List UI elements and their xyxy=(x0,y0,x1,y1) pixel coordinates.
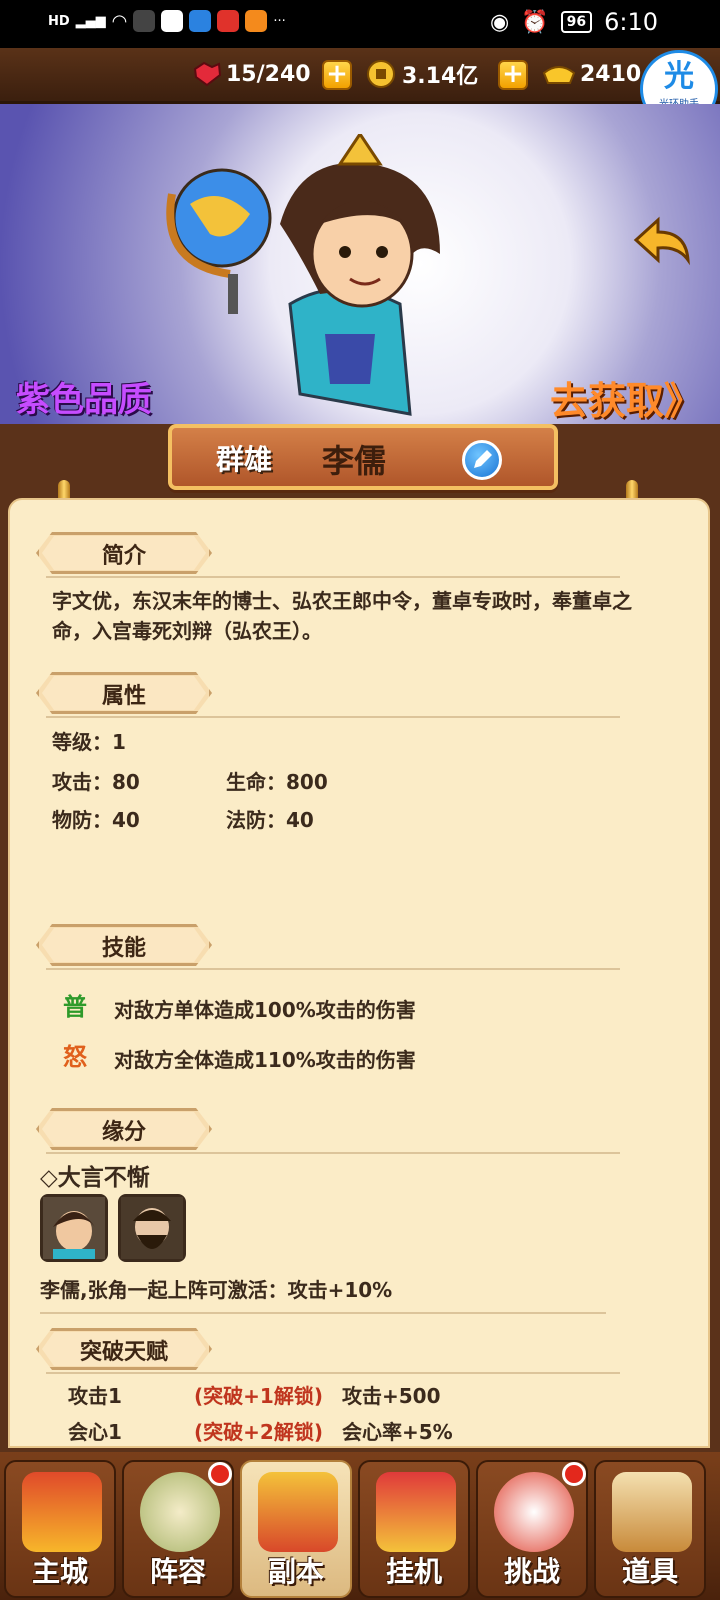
coin-value: 3.14亿 xyxy=(402,64,479,89)
edit-pencil-icon[interactable] xyxy=(462,440,502,480)
store-icon xyxy=(217,10,240,32)
attr-magic-defense: 法防：40 xyxy=(226,808,314,832)
fate-name: ◇大言不惭 xyxy=(40,1165,150,1191)
section-title-intro: 简介 xyxy=(101,544,146,569)
section-title-skills: 技能 xyxy=(101,936,146,961)
attr-hp: 生命：800 xyxy=(226,770,328,794)
notification-badge xyxy=(562,1462,586,1486)
section-title-talent: 突破天赋 xyxy=(79,1340,168,1365)
section-divider xyxy=(46,1152,620,1154)
more-notifications: ··· xyxy=(273,13,286,29)
section-tab-intro: 简介 xyxy=(36,532,212,574)
game-icon xyxy=(245,10,268,32)
section-title-attributes: 属性 xyxy=(101,684,146,709)
talent-effect: 会心率+5% xyxy=(342,1420,453,1444)
coin-icon xyxy=(367,60,395,88)
section-divider xyxy=(46,1372,620,1374)
status-icons-left: HD ▂▄▆ ◠ ··· xyxy=(48,10,286,32)
hero-name: 李儒 xyxy=(322,442,387,480)
fate-hero-avatar-liru[interactable] xyxy=(40,1194,108,1262)
status-bar: HD ▂▄▆ ◠ ··· ◉ ⏰ 96 6:10 xyxy=(0,0,720,48)
bottom-nav: 主城 阵容 副本 挂机 挑战 道具 xyxy=(0,1452,720,1600)
get-hero-link[interactable]: 去获取》 xyxy=(550,370,702,424)
section-divider xyxy=(46,576,620,578)
attr-level: 等级：1 xyxy=(52,730,126,754)
add-coins-button[interactable]: + xyxy=(498,60,528,90)
section-tab-skills: 技能 xyxy=(36,924,212,966)
helper-icon: 光 xyxy=(664,59,694,94)
signal-icon: ▂▄▆ xyxy=(75,13,106,29)
app-notification-icon xyxy=(133,10,156,32)
section-tab-fate: 缘分 xyxy=(36,1108,212,1150)
hero-info-scroll[interactable]: 简介 字文优，东汉末年的博士、弘农王郎中令，董卓专政时，奉董卓之命，入宫毒死刘辩… xyxy=(8,498,710,1448)
section-divider xyxy=(46,716,620,718)
section-title-fate: 缘分 xyxy=(101,1120,146,1145)
nav-idle[interactable]: 挂机 xyxy=(358,1460,470,1598)
nav-label: 挑战 xyxy=(503,1555,560,1588)
qq-icon xyxy=(161,10,184,32)
attr-physical-defense: 物防：40 xyxy=(52,808,140,832)
fate-hero-avatar-zhangjiao[interactable] xyxy=(118,1194,186,1262)
section-divider xyxy=(40,1312,606,1314)
treasure-icon xyxy=(376,1472,456,1552)
clock: 6:10 xyxy=(604,8,658,36)
intro-text: 字文优，东汉末年的博士、弘农王郎中令，董卓专政时，奉董卓之命，入宫毒死刘辩（弘农… xyxy=(52,589,632,643)
alarm-icon: ⏰ xyxy=(521,9,549,35)
nav-main-city[interactable]: 主城 xyxy=(4,1460,116,1598)
gold-value: 2410 xyxy=(580,61,642,87)
back-arrow-icon[interactable] xyxy=(632,216,692,272)
talent-unlock-condition: (突破+1解锁) xyxy=(194,1384,323,1408)
nav-label: 主城 xyxy=(31,1555,88,1588)
nav-dungeon[interactable]: 副本 xyxy=(240,1460,352,1598)
fate-description: 李儒,张角一起上阵可激活：攻击+10% xyxy=(40,1278,393,1302)
dungeon-icon xyxy=(258,1472,338,1552)
nav-challenge[interactable]: 挑战 xyxy=(476,1460,588,1598)
wifi-icon: ◠ xyxy=(111,10,128,32)
hero-portrait xyxy=(166,134,440,416)
resource-bar: 15/240 + 3.14亿 + 2410 xyxy=(0,48,720,104)
nav-label: 阵容 xyxy=(149,1555,206,1588)
hd-icon: HD xyxy=(48,13,70,29)
talent-name: 会心1 xyxy=(68,1420,122,1444)
talent-unlock-condition: (突破+2解锁) xyxy=(194,1420,323,1444)
add-stamina-button[interactable]: + xyxy=(322,60,352,90)
battery-icon: 96 xyxy=(560,11,593,33)
normal-skill-icon[interactable]: 普 xyxy=(58,990,92,1024)
nav-lineup[interactable]: 阵容 xyxy=(122,1460,234,1598)
section-tab-attributes: 属性 xyxy=(36,672,212,714)
hero-banner: 紫色品质 去获取》 xyxy=(0,104,720,424)
nav-items[interactable]: 道具 xyxy=(594,1460,706,1598)
section-divider xyxy=(46,968,620,970)
castle-icon xyxy=(22,1472,102,1552)
nav-label: 挂机 xyxy=(385,1555,442,1588)
gold-counter: 2410 xyxy=(542,58,641,90)
rage-skill-icon[interactable]: 怒 xyxy=(58,1040,92,1074)
quality-label: 紫色品质 xyxy=(16,380,152,420)
attr-attack: 攻击：80 xyxy=(52,770,140,794)
stamina-icon xyxy=(193,61,222,87)
formation-icon xyxy=(140,1472,220,1552)
skill-description: 对敌方单体造成100%攻击的伤害 xyxy=(114,998,416,1022)
stamina-value: 15/240 xyxy=(226,61,311,87)
challenge-icon xyxy=(494,1472,574,1552)
nav-label: 副本 xyxy=(267,1555,324,1588)
nav-label: 道具 xyxy=(621,1555,678,1588)
status-icons-right: ◉ ⏰ 96 6:10 xyxy=(490,8,658,36)
faction-label: 群雄 xyxy=(216,443,273,476)
skill-description: 对敌方全体造成110%攻击的伤害 xyxy=(114,1048,416,1072)
eye-icon: ◉ xyxy=(490,9,510,35)
coin-counter: 3.14亿 xyxy=(366,58,478,90)
browser-icon xyxy=(189,10,212,32)
gold-ingot-icon xyxy=(542,66,576,84)
talent-effect: 攻击+500 xyxy=(342,1384,441,1408)
talent-name: 攻击1 xyxy=(68,1384,122,1408)
stamina-counter: 15/240 xyxy=(192,58,311,90)
notification-badge xyxy=(208,1462,232,1486)
hero-nameplate: 群雄 李儒 xyxy=(168,424,558,490)
section-tab-talent: 突破天赋 xyxy=(36,1328,212,1370)
scroll-bag-icon xyxy=(612,1472,692,1552)
